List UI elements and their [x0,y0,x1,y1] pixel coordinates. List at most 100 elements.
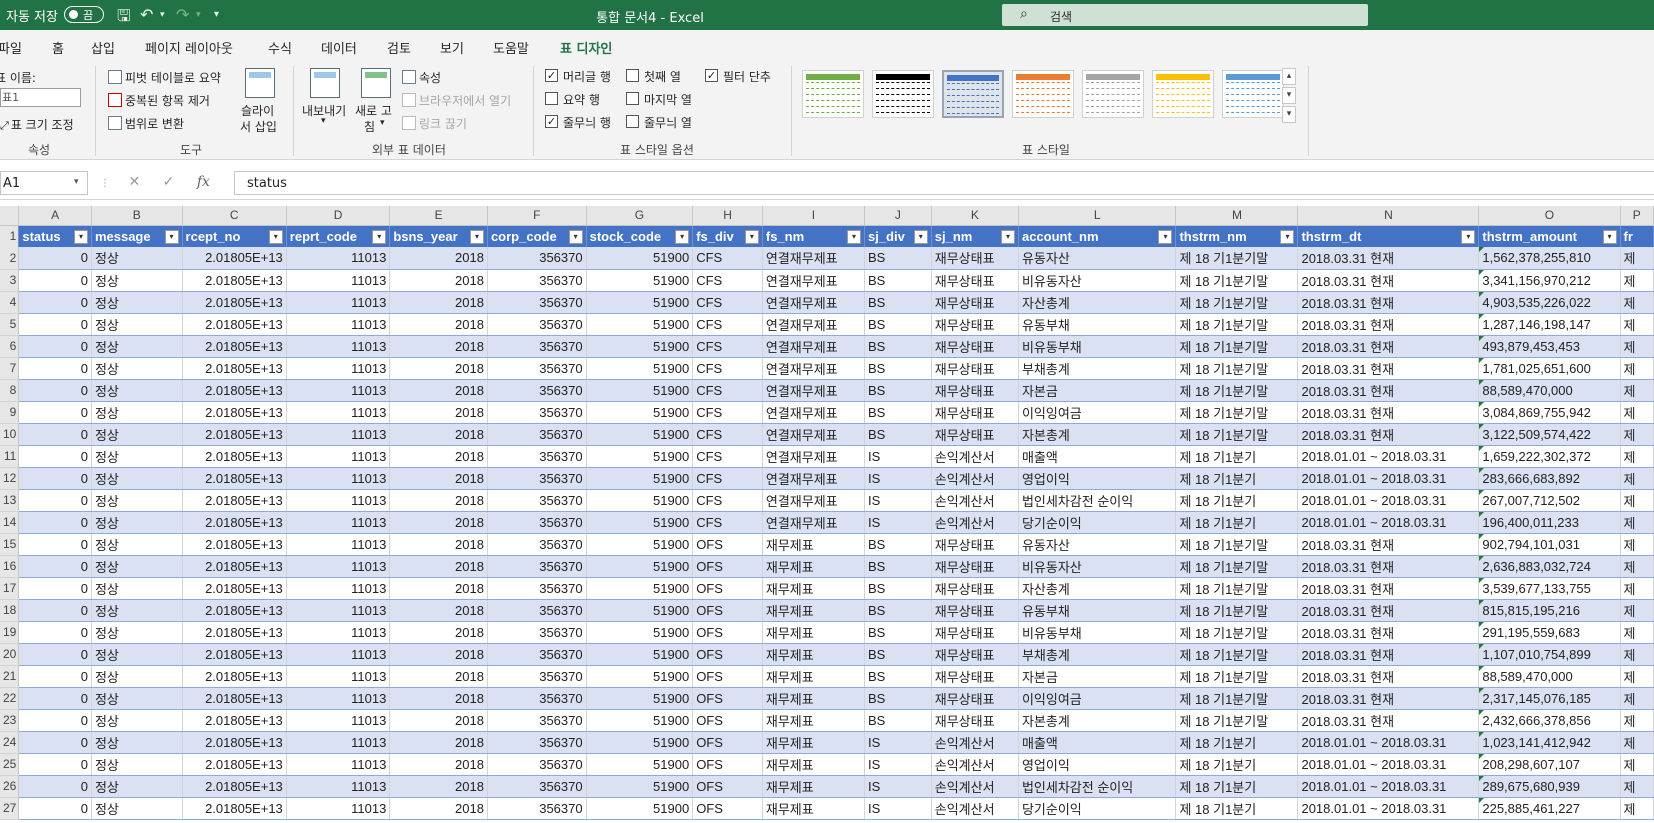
table-cell[interactable]: 이익잉여금 [1018,401,1177,424]
table-cell[interactable]: 재무상태표 [931,599,1019,622]
table-cell[interactable]: 연결재무제표 [762,269,865,292]
table-cell[interactable]: 2018 [389,401,488,424]
table-cell[interactable]: BS [864,401,932,424]
table-cell[interactable]: 3,341,156,970,212 [1478,269,1621,292]
table-cell[interactable]: 제 18 기1분기 [1175,467,1299,490]
table-cell[interactable]: 356370 [487,379,587,402]
table-cell[interactable]: 51900 [586,423,694,446]
table-cell[interactable]: 0 [18,731,92,754]
table-cell[interactable]: 연결재무제표 [762,357,865,380]
table-cell[interactable]: 2.01805E+13 [182,423,287,446]
table-cell[interactable]: 2.01805E+13 [182,797,287,820]
table-cell[interactable]: 11013 [286,445,391,468]
row-number[interactable]: 1 [0,225,20,247]
row-number[interactable]: 2 [0,247,20,270]
tab-review[interactable]: 검토 [387,38,411,57]
table-cell[interactable]: IS [864,775,932,798]
table-cell[interactable]: 2018.01.01 ~ 2018.03.31 [1297,731,1480,754]
last-column-checkbox[interactable] [626,92,639,105]
table-cell[interactable]: 356370 [487,269,587,292]
table-cell[interactable]: 제 [1620,335,1654,358]
table-cell[interactable]: 제 18 기1분기말 [1175,335,1299,358]
table-cell[interactable]: 손익계산서 [931,467,1019,490]
table-cell[interactable]: 4,903,535,226,022 [1478,291,1621,314]
table-cell[interactable]: 재무상태표 [931,335,1019,358]
table-cell[interactable]: 2018.01.01 ~ 2018.03.31 [1297,489,1480,512]
table-cell[interactable]: 2018.01.01 ~ 2018.03.31 [1297,797,1480,820]
table-cell[interactable]: 0 [18,313,92,336]
table-cell[interactable]: 정상 [91,445,183,468]
row-number[interactable]: 23 [0,709,20,732]
table-cell[interactable]: BS [864,533,932,556]
row-number[interactable]: 11 [0,445,20,468]
tab-formulas[interactable]: 수식 [268,38,292,57]
table-cell[interactable]: IS [864,467,932,490]
table-cell[interactable]: 당기순이익 [1018,511,1177,534]
table-cell[interactable]: 2018 [389,555,488,578]
table-cell[interactable]: 정상 [91,489,183,512]
table-cell[interactable]: BS [864,577,932,600]
table-cell[interactable]: 유동자산 [1018,533,1177,556]
table-cell[interactable]: 2.01805E+13 [182,687,287,710]
table-cell[interactable]: 11013 [286,797,391,820]
table-cell[interactable]: 0 [18,621,92,644]
column-letter-header[interactable]: N [1297,206,1480,226]
table-cell[interactable]: CFS [692,247,763,270]
table-cell[interactable]: 연결재무제표 [762,291,865,314]
table-cell[interactable]: 2018 [389,467,488,490]
table-cell[interactable]: 225,885,461,227 [1478,797,1621,820]
table-cell[interactable]: 2018.03.31 현재 [1297,335,1480,358]
enter-icon[interactable]: ✓ [163,174,175,190]
column-letter-header[interactable]: H [692,206,763,226]
table-cell[interactable]: 51900 [586,445,694,468]
table-cell[interactable]: 2018.03.31 현재 [1297,643,1480,666]
table-cell[interactable]: 정상 [91,335,183,358]
filter-button-checkbox[interactable]: ✓ [705,69,718,82]
refresh-icon[interactable] [361,68,391,98]
table-cell[interactable]: 3,539,677,133,755 [1478,577,1621,600]
table-cell[interactable]: 2.01805E+13 [182,313,287,336]
table-cell[interactable]: 제 [1620,489,1654,512]
table-cell[interactable]: CFS [692,379,763,402]
table-cell[interactable]: 법인세차감전 순이익 [1018,489,1177,512]
table-cell[interactable]: 2.01805E+13 [182,269,287,292]
column-letter-header[interactable]: D [286,206,391,226]
table-cell[interactable]: 재무제표 [762,709,865,732]
table-cell[interactable]: 제 [1620,797,1654,820]
table-cell[interactable]: 비유동부채 [1018,621,1177,644]
table-cell[interactable]: 2.01805E+13 [182,753,287,776]
table-cell[interactable]: 51900 [586,643,694,666]
table-cell[interactable]: 자산총계 [1018,291,1177,314]
table-cell[interactable]: BS [864,269,932,292]
table-cell[interactable]: 재무제표 [762,687,865,710]
table-cell[interactable]: 11013 [286,489,391,512]
table-cell[interactable]: 2.01805E+13 [182,533,287,556]
table-cell[interactable]: 재무제표 [762,731,865,754]
table-cell[interactable]: 356370 [487,533,587,556]
table-cell[interactable]: 356370 [487,665,587,688]
table-cell[interactable]: OFS [692,775,763,798]
table-cell[interactable]: 51900 [586,533,694,556]
table-cell[interactable]: 208,298,607,107 [1478,753,1621,776]
table-cell[interactable]: 2018.03.31 현재 [1297,555,1480,578]
table-cell[interactable]: 902,794,101,031 [1478,533,1621,556]
table-cell[interactable]: 356370 [487,643,587,666]
table-cell[interactable]: 2018 [389,687,488,710]
table-cell[interactable]: BS [864,555,932,578]
table-cell[interactable]: 51900 [586,335,694,358]
row-number[interactable]: 18 [0,599,20,622]
table-cell[interactable]: 제 18 기1분기말 [1175,247,1299,270]
table-cell[interactable]: 2018.03.31 현재 [1297,665,1480,688]
column-letter-header[interactable]: L [1018,206,1177,226]
table-cell[interactable]: 자본총계 [1018,709,1177,732]
table-cell[interactable]: 2018.03.31 현재 [1297,709,1480,732]
table-cell[interactable]: 493,879,453,453 [1478,335,1621,358]
table-cell[interactable]: 356370 [487,313,587,336]
table-cell[interactable]: BS [864,357,932,380]
table-cell[interactable]: CFS [692,423,763,446]
table-cell[interactable]: 2.01805E+13 [182,379,287,402]
table-cell[interactable]: 제 [1620,775,1654,798]
table-cell[interactable]: 2018 [389,489,488,512]
table-cell[interactable]: 자본금 [1018,665,1177,688]
table-cell[interactable]: 356370 [487,489,587,512]
